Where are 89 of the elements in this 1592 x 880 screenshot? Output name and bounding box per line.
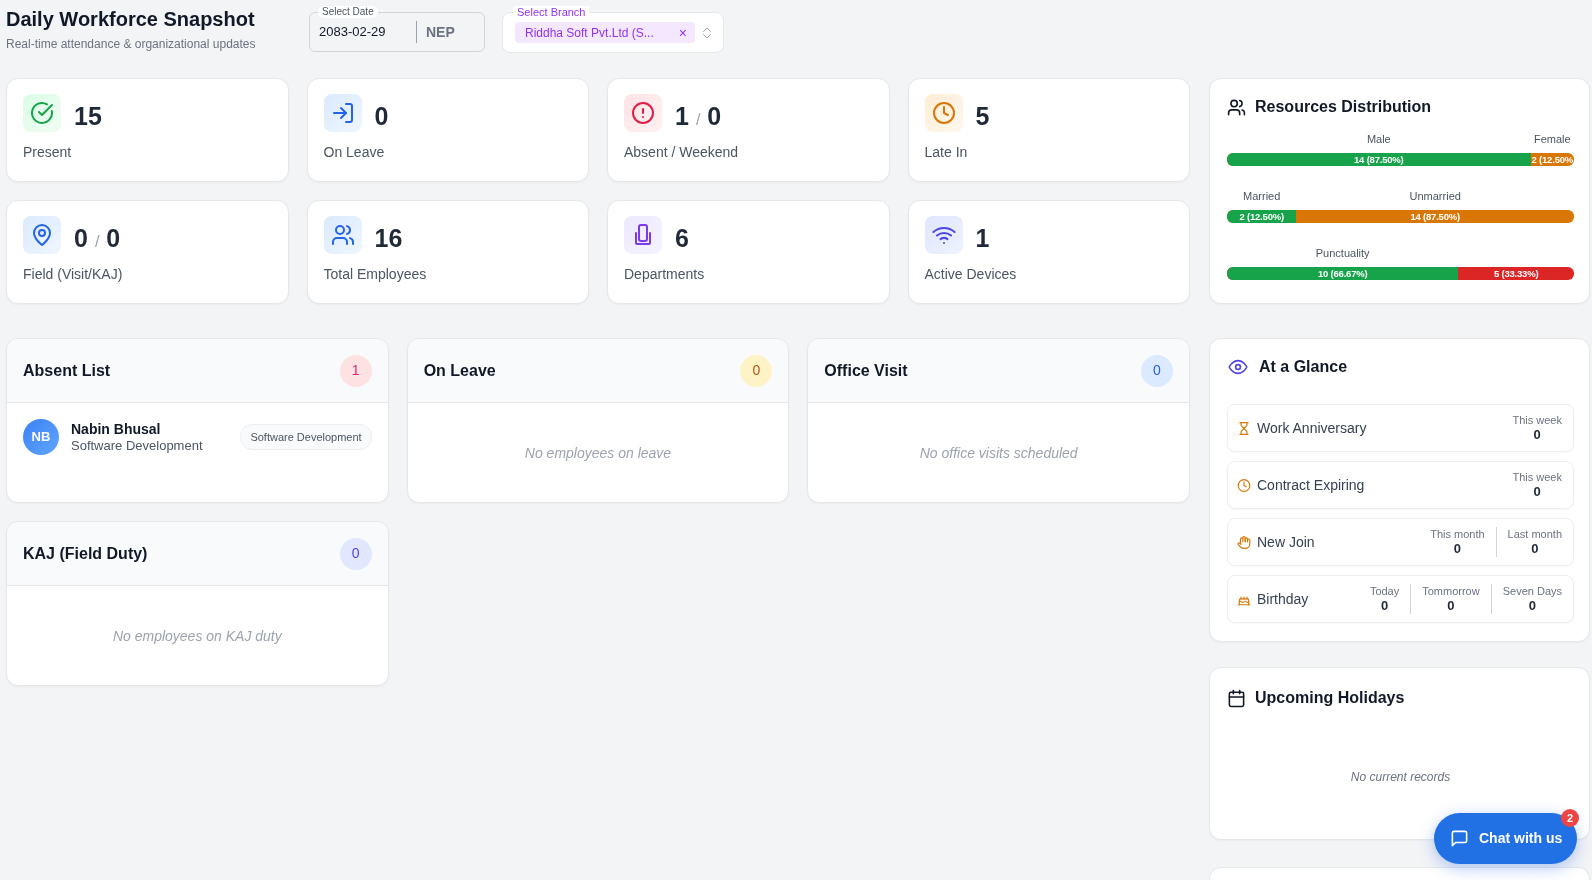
glance-label: New Join [1257, 532, 1315, 552]
empty-message: No current records [1349, 769, 1452, 786]
bar-label: Male [1366, 132, 1391, 146]
hourglass-icon [1237, 420, 1251, 436]
list-title: On Leave [423, 360, 496, 381]
calendar-icon [1227, 688, 1246, 708]
segment-value: 2 (12.50%) [1239, 211, 1284, 222]
segment-value: 2 (12.50% [1531, 154, 1574, 165]
clock-icon [1237, 477, 1251, 493]
chat-bubble-icon [1450, 829, 1469, 848]
period-label: Seven Days [1502, 584, 1562, 598]
empty-message: No employees on leave [524, 443, 672, 463]
stat-value: 0 [707, 104, 722, 129]
bar-label: Married [1243, 189, 1281, 203]
period-value: 0 [1530, 540, 1540, 557]
eye-icon [1227, 359, 1249, 375]
hand-icon [1237, 534, 1251, 550]
stat-label: Total Employees [323, 266, 428, 283]
stat-label: On Leave [323, 144, 386, 161]
map-pin-icon [23, 216, 61, 254]
period-value: 0 [1532, 483, 1542, 500]
rectangle-stand-icon [624, 216, 662, 254]
segment-value: 14 (87.50%) [1410, 211, 1460, 222]
stat-value: 0 [74, 226, 88, 251]
card-title: At a Glance [1259, 357, 1348, 377]
period-value: 0 [1452, 540, 1462, 557]
stat-label: Present [23, 144, 73, 161]
field-label: Select Date [318, 6, 378, 18]
glance-label: Work Anniversary [1257, 418, 1367, 438]
count-badge: 1 [339, 354, 372, 387]
arrow-into-door-icon [323, 94, 362, 132]
card-title: Resources Distribution [1255, 97, 1432, 117]
glance-label: Birthday [1257, 589, 1309, 609]
employee-name: Nabin Bhusal [71, 420, 162, 438]
segment-value: 10 (66.67%) [1317, 268, 1368, 279]
period-value: 0 [1527, 597, 1537, 614]
stat-value: 6 [675, 226, 689, 251]
list-title: Office Visit [824, 360, 908, 381]
department-tag: Software Development [240, 423, 372, 451]
list-title: Absent List [23, 360, 111, 381]
users-icon [323, 216, 362, 254]
stat-label: Departments [624, 266, 706, 283]
date-input[interactable]: 2083-02-29 [310, 22, 416, 42]
page-subtitle: Real-time attendance & organizational updates [6, 37, 257, 51]
period-value: 0 [1446, 597, 1456, 614]
stat-value: 15 [74, 104, 102, 129]
stat-value: 0 [374, 104, 389, 129]
stat-label: Active Devices [924, 266, 1018, 283]
users-icon [1227, 97, 1246, 117]
card-title: Upcoming Holidays [1255, 688, 1405, 708]
clock-icon [924, 94, 963, 132]
count-badge: 0 [740, 354, 773, 387]
stat-label: Field (Visit/KAJ) [23, 266, 124, 283]
bar-label: Unmarried [1409, 189, 1461, 203]
stat-value: 1 [675, 104, 689, 129]
stat-value: 0 [106, 226, 121, 251]
stat-value: 5 [975, 104, 990, 129]
employee-department: Software Development [71, 437, 204, 454]
count-badge: 0 [339, 537, 372, 570]
field-label: Select Branch [513, 6, 590, 18]
count-badge: 0 [1141, 354, 1173, 387]
period-label: This week [1512, 470, 1562, 484]
period-value: 0 [1379, 597, 1390, 614]
empty-message: No office visits scheduled [919, 443, 1078, 463]
period-label: This month [1430, 527, 1485, 541]
glance-label: Contract Expiring [1257, 475, 1365, 495]
stat-label: Late In [924, 144, 969, 161]
segment-value: 14 (87.50%) [1354, 154, 1404, 165]
avatar: NB [23, 419, 59, 455]
period-label: Last month [1507, 527, 1562, 541]
calendar-type[interactable]: NEP [417, 21, 455, 43]
period-label: Today [1369, 584, 1400, 598]
list-title: KAJ (Field Duty) [23, 543, 148, 564]
chip-remove-button[interactable]: × [678, 25, 687, 40]
stat-value: 16 [374, 226, 403, 251]
period-value: 0 [1532, 426, 1542, 443]
period-label: This week [1512, 413, 1562, 427]
bar-label: Punctuality [1315, 246, 1370, 260]
empty-message: No employees on KAJ duty [112, 626, 282, 646]
bar-label: Female [1533, 132, 1571, 146]
segment-value: 5 (33.33%) [1493, 268, 1539, 279]
wifi-icon [924, 216, 963, 254]
stat-divider: / [94, 231, 100, 252]
stat-divider: / [695, 109, 701, 130]
period-label: Tommorrow [1422, 584, 1480, 598]
page-title: Daily Workforce Snapshot [6, 7, 256, 31]
stat-value: 1 [975, 226, 990, 251]
chip-label: Riddha Soft Pvt.Ltd (S... [525, 24, 654, 42]
stat-label: Absent / Weekend [624, 144, 740, 161]
